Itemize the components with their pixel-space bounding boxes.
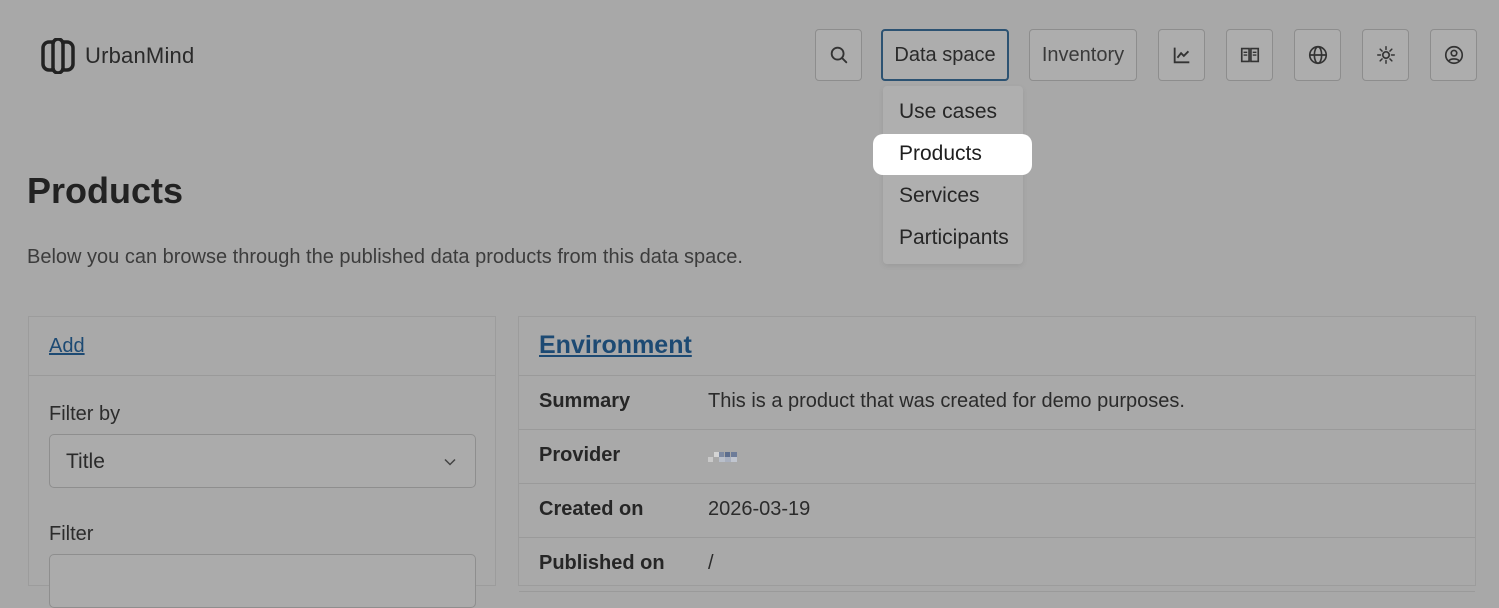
- row-value: This is a product that was created for d…: [708, 390, 1185, 412]
- theme-toggle-button[interactable]: [1362, 29, 1409, 81]
- product-card: Environment Summary This is a product th…: [518, 316, 1476, 592]
- user-icon: [1444, 45, 1463, 65]
- sun-icon: [1376, 46, 1395, 64]
- row-key: Created on: [539, 498, 644, 520]
- product-title-link[interactable]: Environment: [539, 331, 692, 360]
- search-icon: [830, 46, 847, 64]
- docs-button[interactable]: [1226, 29, 1273, 81]
- menu-item-products[interactable]: Products: [873, 134, 1032, 175]
- inventory-label: Inventory: [1041, 43, 1125, 66]
- menu-item-use-cases[interactable]: Use cases: [899, 100, 997, 124]
- filter-panel: Add Filter by Title Filter: [28, 316, 496, 608]
- brand-name: UrbanMind: [85, 43, 195, 68]
- filter-by-label: Filter by: [49, 403, 121, 425]
- chart-icon: [1173, 47, 1189, 64]
- row-key: Summary: [539, 390, 631, 412]
- page-title: Products: [27, 170, 184, 211]
- menu-item-products-label: Products: [899, 142, 982, 165]
- account-button[interactable]: [1430, 29, 1477, 81]
- filter-by-select[interactable]: Title: [49, 434, 476, 488]
- book-icon: [1240, 47, 1259, 63]
- filter-panel-header: Add: [29, 317, 495, 376]
- filter-input[interactable]: [49, 554, 476, 608]
- add-link[interactable]: Add: [49, 335, 85, 358]
- row-value: 2026-03-19: [708, 498, 811, 520]
- globe-icon: [1308, 45, 1327, 65]
- chevron-down-icon: [444, 458, 456, 466]
- row-value: /: [708, 552, 714, 574]
- statistics-button[interactable]: [1158, 29, 1205, 81]
- product-card-header: Environment: [519, 317, 1475, 376]
- product-row-provider: Provider: [519, 430, 1475, 484]
- product-row-summary: Summary This is a product that was creat…: [519, 376, 1475, 430]
- filter-label: Filter: [49, 523, 94, 545]
- data-space-menu-button[interactable]: Data space: [881, 29, 1009, 81]
- search-button[interactable]: [815, 29, 862, 81]
- row-key: Provider: [539, 444, 621, 466]
- data-space-dropdown: Use cases Services Participants: [883, 86, 1023, 264]
- page-subtitle: Below you can browse through the publish…: [27, 246, 743, 268]
- menu-item-participants[interactable]: Participants: [899, 226, 1009, 250]
- brand-logo[interactable]: UrbanMind: [40, 38, 194, 74]
- product-row-created: Created on 2026-03-19: [519, 484, 1475, 538]
- provider-avatar-icon: [708, 452, 737, 462]
- data-space-label: Data space: [894, 43, 996, 66]
- menu-item-services[interactable]: Services: [899, 184, 980, 208]
- urbanmind-logo-icon: [41, 38, 75, 74]
- product-row-published: Published on /: [519, 538, 1475, 592]
- inventory-button[interactable]: Inventory: [1029, 29, 1137, 81]
- language-button[interactable]: [1294, 29, 1341, 81]
- filter-by-value: Title: [66, 450, 105, 473]
- row-key: Published on: [539, 552, 665, 574]
